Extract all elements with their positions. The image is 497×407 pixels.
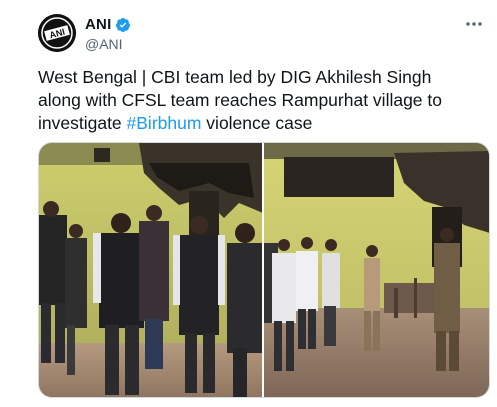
tweet-media[interactable] [38, 142, 490, 398]
verified-badge-icon [116, 17, 131, 32]
media-photo-1[interactable] [39, 143, 262, 397]
more-options-icon[interactable] [463, 13, 485, 35]
ani-logo: ANI [38, 14, 76, 52]
author-name-row[interactable]: ANI [85, 16, 131, 33]
author-handle[interactable]: @ANI [85, 36, 123, 52]
photo-2-scene [264, 143, 489, 397]
tweet-text: West Bengal | CBI team led by DIG Akhile… [38, 66, 478, 135]
display-name[interactable]: ANI [85, 16, 111, 33]
media-photo-2[interactable] [264, 143, 489, 397]
avatar[interactable]: ANI [38, 14, 76, 52]
photo-1-scene [39, 143, 262, 397]
tweet-card[interactable]: ANI ANI @ANI West Bengal | CBI team led … [0, 0, 497, 407]
tweet-text-tail: violence case [201, 113, 313, 133]
hashtag-link[interactable]: #Birbhum [127, 113, 202, 133]
